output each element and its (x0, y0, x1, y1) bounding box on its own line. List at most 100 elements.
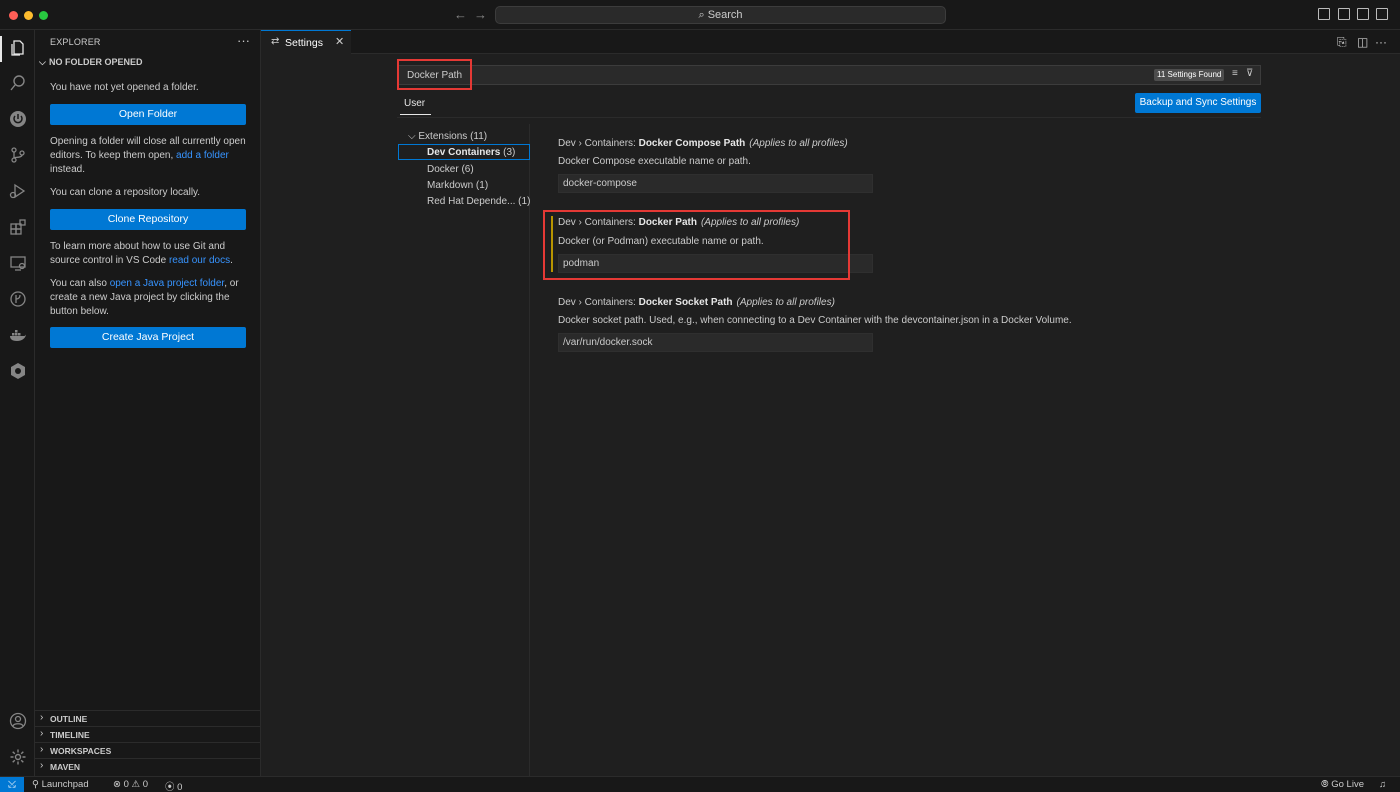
go-live-item[interactable]: ⦾ Go Live (1321, 779, 1364, 790)
command-center-label: Search (707, 9, 743, 21)
kubernetes-icon[interactable] (8, 361, 27, 380)
setting-description: Docker Compose executable name or path. (558, 156, 751, 167)
chevron-right-icon: › (40, 744, 44, 755)
editor-tabs: ⇄ Settings ✕ ⎘ ◫ ··· (261, 30, 1400, 54)
compose-path-input[interactable]: docker-compose (558, 174, 873, 193)
toc-item-docker[interactable]: Docker (6) (427, 164, 474, 175)
setting-scope: (Applies to all profiles) (749, 138, 848, 149)
extensions-icon[interactable] (8, 217, 27, 236)
add-folder-link[interactable]: add a folder (176, 150, 229, 161)
create-java-project-button[interactable]: Create Java Project (50, 327, 246, 348)
toc-item-label: Docker (427, 164, 459, 175)
setting-prefix: Dev › Containers: (558, 297, 639, 308)
explorer-sidebar: EXPLORER ··· ⌵ NO FOLDER OPENED You have … (35, 30, 261, 776)
more-actions-icon[interactable]: ··· (237, 33, 250, 48)
remote-indicator-icon[interactable]: ⤩ (0, 777, 24, 792)
search-icon: ⌕ (698, 9, 705, 21)
toc-item-red-hat[interactable]: Red Hat Depende... (1) (427, 196, 530, 207)
user-tab-underline (400, 114, 431, 115)
toc-extensions[interactable]: ⌵ Extensions (11) (408, 131, 487, 142)
ports-item[interactable]: ⦿ 0 (165, 779, 182, 792)
tab-user[interactable]: User (404, 98, 425, 109)
status-bar: ⤩ ⚲ Launchpad ⊗ 0 ⚠ 0 ⦿ 0 ⦾ Go Live ♫ (0, 776, 1400, 792)
toc-extensions-label: Extensions (11) (418, 131, 488, 142)
open-java-project-link[interactable]: open a Java project folder (110, 278, 225, 289)
go-live-label: Go Live (1331, 779, 1364, 790)
command-center-search[interactable]: ⌕ Search (495, 6, 946, 24)
maven-label: MAVEN (50, 762, 81, 772)
error-icon: ⊗ (113, 779, 121, 790)
setting-name: Docker Compose Path (638, 138, 746, 149)
socket-path-input[interactable]: /var/run/docker.sock (558, 333, 873, 352)
no-folder-section-header[interactable]: ⌵ NO FOLDER OPENED (39, 57, 143, 68)
warning-text-part: instead. (50, 164, 86, 175)
git-docs-text: To learn more about how to use Git and s… (50, 240, 250, 268)
input-value: /var/run/docker.sock (563, 337, 653, 348)
more-actions-icon[interactable]: ··· (1375, 35, 1387, 49)
clear-filter-icon[interactable]: ≡ (1232, 68, 1238, 79)
setting-description: Docker socket path. Used, e.g., when con… (558, 315, 1072, 326)
workspaces-section[interactable]: › WORKSPACES (35, 742, 261, 758)
highlight-box-search (397, 59, 472, 90)
clone-text: You can clone a repository locally. (50, 187, 201, 198)
maximize-window-button[interactable] (39, 11, 48, 20)
gitlens-icon[interactable] (8, 289, 27, 308)
backup-sync-button[interactable]: Backup and Sync Settings (1135, 93, 1261, 113)
docker-icon[interactable] (8, 325, 27, 344)
power-icon[interactable] (8, 109, 27, 128)
go-live-icon: ⦾ (1321, 779, 1329, 790)
read-our-docs-link[interactable]: read our docs (169, 255, 230, 266)
source-control-icon[interactable] (8, 145, 27, 164)
toggle-primary-sidebar-icon[interactable] (1318, 8, 1330, 20)
close-window-button[interactable] (9, 11, 18, 20)
explorer-icon[interactable] (8, 38, 27, 57)
sidebar-title: EXPLORER (50, 37, 101, 47)
minimize-window-button[interactable] (24, 11, 33, 20)
toggle-secondary-sidebar-icon[interactable] (1357, 8, 1369, 20)
error-count: 0 (123, 779, 129, 790)
input-value: docker-compose (563, 178, 637, 189)
settings-search-input[interactable]: Docker Path 11 Settings Found ≡ ⊽ (397, 65, 1261, 85)
problems-item[interactable]: ⊗ 0 ⚠ 0 (113, 779, 148, 790)
maven-section[interactable]: › MAVEN (35, 758, 261, 774)
toc-item-count: (3) (503, 147, 516, 158)
settings-sliders-icon: ⇄ (271, 36, 280, 47)
clone-repository-button[interactable]: Clone Repository (50, 209, 246, 230)
open-settings-json-icon[interactable]: ⎘ (1337, 35, 1347, 50)
customize-layout-icon[interactable] (1376, 8, 1388, 20)
no-folder-text: You have not yet opened a folder. (50, 82, 199, 93)
scrollbar[interactable] (1395, 54, 1400, 776)
ports-count: 0 (177, 782, 183, 792)
outline-label: OUTLINE (50, 714, 88, 724)
settings-found-badge: 11 Settings Found (1154, 69, 1225, 81)
launchpad-item[interactable]: ⚲ Launchpad (32, 779, 89, 790)
tab-settings[interactable]: ⇄ Settings ✕ (261, 30, 351, 54)
period: . (230, 255, 233, 266)
split-editor-icon[interactable]: ◫ (1357, 35, 1368, 49)
chevron-right-icon: › (40, 760, 44, 771)
notifications-icon[interactable]: ♫ (1379, 779, 1386, 790)
toc-item-dev-containers[interactable]: Dev Containers (3) (427, 147, 515, 158)
highlight-box-docker-path (543, 210, 850, 280)
remote-explorer-icon[interactable] (8, 253, 27, 272)
outline-section[interactable]: › OUTLINE (35, 710, 261, 726)
activity-bar (0, 30, 35, 776)
forward-arrow-icon[interactable]: → (474, 7, 487, 22)
timeline-section[interactable]: › TIMELINE (35, 726, 261, 742)
manage-gear-icon[interactable] (8, 747, 27, 766)
search-icon[interactable] (8, 73, 27, 92)
active-indicator (0, 36, 2, 62)
toc-item-markdown[interactable]: Markdown (1) (427, 180, 488, 191)
toc-item-count: (1) (518, 196, 531, 207)
chevron-down-icon: ⌵ (39, 57, 46, 67)
accounts-icon[interactable] (8, 711, 27, 730)
toggle-panel-icon[interactable] (1338, 8, 1350, 20)
broadcast-icon: ⦿ (165, 782, 175, 792)
back-arrow-icon[interactable]: ← (454, 7, 467, 22)
close-icon[interactable]: ✕ (335, 35, 344, 48)
filter-icon[interactable]: ⊽ (1246, 68, 1253, 79)
open-folder-button[interactable]: Open Folder (50, 104, 246, 125)
setting-title-compose-path: Dev › Containers: Docker Compose Path (Ap… (558, 138, 848, 149)
run-debug-icon[interactable] (8, 181, 27, 200)
setting-scope: (Applies to all profiles) (736, 297, 835, 308)
